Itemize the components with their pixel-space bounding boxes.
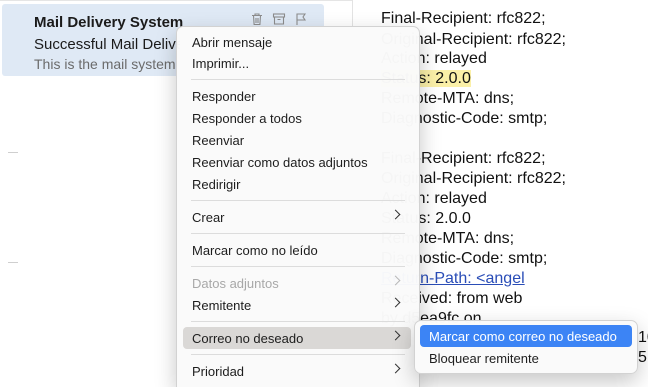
reader-line: 10	[638, 329, 648, 346]
list-divider	[0, 0, 352, 1]
menu-item-label: Crear	[192, 210, 225, 225]
submenu-item-label: Bloquear remitente	[429, 351, 539, 366]
menu-item-reply-all[interactable]: Responder a todos	[183, 107, 411, 129]
menu-item-label: Reenviar como datos adjuntos	[192, 155, 368, 170]
chevron-right-icon	[390, 363, 401, 374]
message-actions	[250, 12, 308, 26]
archive-icon[interactable]	[272, 12, 286, 26]
menu-item-label: Correo no deseado	[192, 331, 304, 346]
menu-separator	[191, 79, 405, 80]
reader-line: 5;	[638, 349, 648, 366]
submenu-item-label: Marcar como correo no deseado	[429, 329, 617, 344]
menu-item-priority[interactable]: Prioridad	[183, 360, 411, 382]
menu-item-reply[interactable]: Responder	[183, 85, 411, 107]
menu-separator	[191, 233, 405, 234]
submenu-item-block-sender[interactable]: Bloquear remitente	[420, 347, 632, 369]
menu-item-mark-unread[interactable]: Marcar como no leído	[183, 239, 411, 261]
menu-item-label: Abrir mensaje	[192, 35, 273, 50]
message-sender: Mail Delivery System	[34, 14, 184, 31]
menu-item-create[interactable]: Crear	[183, 206, 411, 228]
menu-item-label: Reenviar	[192, 133, 245, 148]
message-preview: This is the mail system	[34, 56, 176, 72]
menu-separator	[191, 354, 405, 355]
menu-item-label: Remitente	[192, 298, 252, 313]
menu-item-label: Responder	[192, 89, 256, 104]
menu-item-redirect[interactable]: Redirigir	[183, 173, 411, 195]
submenu-item-mark-as-junk[interactable]: Marcar como correo no deseado	[420, 325, 632, 347]
chevron-right-icon	[390, 209, 401, 220]
trash-icon[interactable]	[250, 12, 264, 26]
chevron-right-icon	[390, 297, 401, 308]
menu-item-label: Marcar como no leído	[192, 243, 318, 258]
menu-item-attachments: Datos adjuntos	[183, 272, 411, 294]
menu-item-print[interactable]: Imprimir...	[183, 52, 411, 74]
chevron-right-icon	[390, 275, 401, 286]
junk-mail-submenu: Marcar como correo no deseado Bloquear r…	[414, 320, 638, 374]
menu-item-junk-mail[interactable]: Correo no deseado	[183, 327, 411, 349]
menu-item-open-message[interactable]: Abrir mensaje	[183, 31, 411, 53]
menu-item-forward[interactable]: Reenviar	[183, 129, 411, 151]
context-menu: Abrir mensaje Imprimir... Responder Resp…	[176, 26, 420, 387]
flag-icon[interactable]	[294, 12, 308, 26]
menu-item-label: Responder a todos	[192, 111, 302, 126]
list-tick-mark	[8, 262, 18, 263]
menu-separator	[191, 200, 405, 201]
menu-item-label: Datos adjuntos	[192, 276, 279, 291]
list-tick-mark	[8, 152, 18, 153]
menu-separator	[191, 266, 405, 267]
menu-item-label: Imprimir...	[192, 56, 250, 71]
menu-item-forward-as-attachment[interactable]: Reenviar como datos adjuntos	[183, 151, 411, 173]
menu-item-label: Redirigir	[192, 177, 241, 192]
message-subject: Successful Mail Delivery Report	[34, 36, 180, 53]
menu-item-label: Prioridad	[192, 364, 245, 379]
chevron-right-icon	[390, 330, 401, 341]
menu-item-sender[interactable]: Remitente	[183, 294, 411, 316]
menu-separator	[191, 321, 405, 322]
